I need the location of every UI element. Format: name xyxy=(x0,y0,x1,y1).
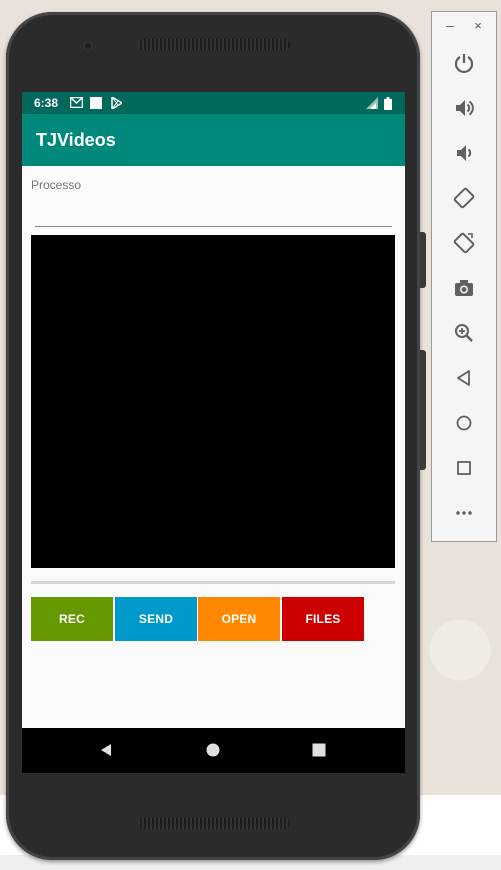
volume-down-button[interactable] xyxy=(451,140,477,166)
battery-icon xyxy=(384,97,392,110)
phone-side-button xyxy=(420,350,426,470)
device-screen: 6:38 TJVideos Processo REC SEND OPEN FIL… xyxy=(22,92,405,773)
nav-home-button[interactable] xyxy=(203,740,223,760)
zoom-button[interactable] xyxy=(451,320,477,346)
bottom-speaker xyxy=(138,817,290,829)
minimize-button[interactable]: – xyxy=(443,18,457,33)
square-notification-icon xyxy=(90,97,102,109)
progress-bar xyxy=(31,581,395,584)
nav-back-button[interactable] xyxy=(96,740,116,760)
processo-label: Processo xyxy=(31,178,82,192)
front-camera xyxy=(83,41,93,51)
app-bar: TJVideos xyxy=(22,114,405,166)
home-icon xyxy=(206,743,220,757)
nav-recents-button[interactable] xyxy=(309,740,329,760)
rotate-right-icon xyxy=(453,232,475,254)
back-icon xyxy=(101,744,111,756)
volume-up-button[interactable] xyxy=(451,95,477,121)
processo-input[interactable] xyxy=(35,196,392,226)
emu-home-button[interactable] xyxy=(451,410,477,436)
processo-input-underline xyxy=(35,226,392,227)
status-bar: 6:38 xyxy=(22,92,405,114)
navigation-bar xyxy=(22,728,405,773)
emu-overview-button[interactable] xyxy=(451,455,477,481)
more-icon xyxy=(456,511,472,515)
screenshot-button[interactable] xyxy=(451,275,477,301)
overview-icon xyxy=(457,461,471,475)
earpiece-speaker xyxy=(138,39,290,51)
back-icon xyxy=(457,370,470,386)
emu-back-button[interactable] xyxy=(451,365,477,391)
power-button[interactable] xyxy=(451,50,477,76)
more-button[interactable] xyxy=(451,500,477,526)
gmail-icon xyxy=(70,97,83,108)
rotate-left-button[interactable] xyxy=(451,185,477,211)
power-icon xyxy=(454,54,474,74)
app-title: TJVideos xyxy=(36,130,116,150)
volume-up-icon xyxy=(456,100,474,116)
home-icon xyxy=(456,415,472,431)
send-button[interactable]: SEND xyxy=(115,597,197,641)
volume-down-icon xyxy=(457,145,472,161)
zoom-icon xyxy=(455,324,473,342)
rotate-left-icon xyxy=(453,187,475,209)
camera-icon xyxy=(455,280,473,296)
video-preview[interactable] xyxy=(31,235,395,568)
phone-side-button xyxy=(420,232,426,288)
open-button[interactable]: OPEN xyxy=(198,597,280,641)
emulator-toolbar: – × xyxy=(431,11,497,542)
close-button[interactable]: × xyxy=(471,18,485,33)
emulator-phone-frame: 6:38 TJVideos Processo REC SEND OPEN FIL… xyxy=(6,12,420,860)
signal-icon xyxy=(366,97,378,109)
status-time: 6:38 xyxy=(34,96,59,110)
play-store-icon xyxy=(111,97,122,109)
rotate-right-button[interactable] xyxy=(451,230,477,256)
files-button[interactable]: FILES xyxy=(282,597,364,641)
recents-icon xyxy=(312,743,326,757)
rec-button[interactable]: REC xyxy=(31,597,113,641)
